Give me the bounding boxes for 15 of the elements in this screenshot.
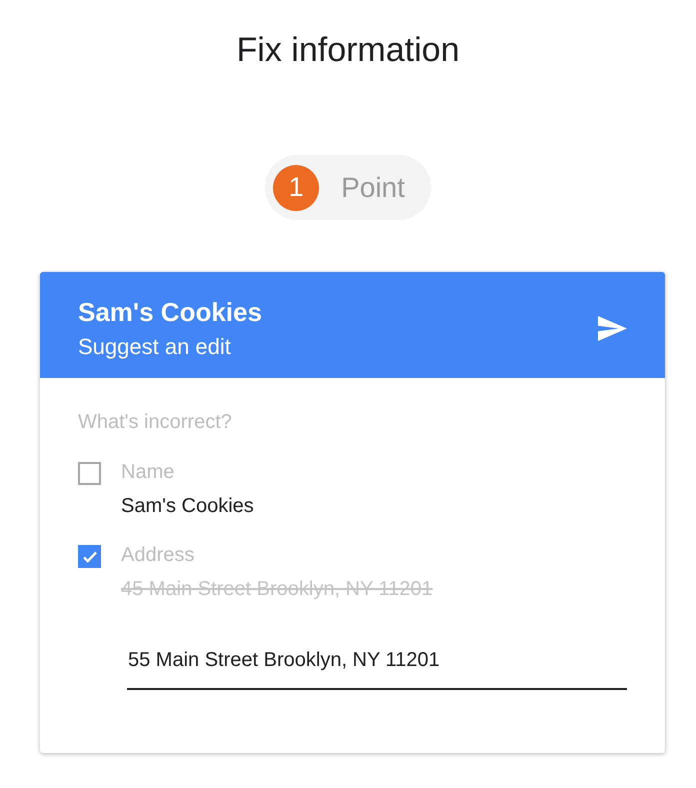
points-label: Point: [341, 170, 405, 204]
page-title: Fix information: [236, 30, 460, 71]
field-label: Name: [121, 460, 176, 485]
card-title: Sam's Cookies: [78, 296, 262, 328]
struck-field-value: 45 Main Street Brooklyn, NY 11201: [121, 577, 433, 602]
card-subtitle: Suggest an edit: [78, 333, 232, 361]
points-count: 1: [273, 164, 320, 210]
checkbox[interactable]: [78, 462, 101, 485]
field-label: Address: [121, 543, 196, 568]
send-icon: [598, 316, 626, 341]
field-value: Sam's Cookies: [121, 494, 254, 519]
send-button[interactable]: [597, 316, 627, 342]
checked-checkbox[interactable]: [78, 545, 101, 568]
prompt-text: What's incorrect?: [78, 410, 233, 435]
address-input[interactable]: 55 Main Street Brooklyn, NY 11201: [127, 646, 627, 690]
